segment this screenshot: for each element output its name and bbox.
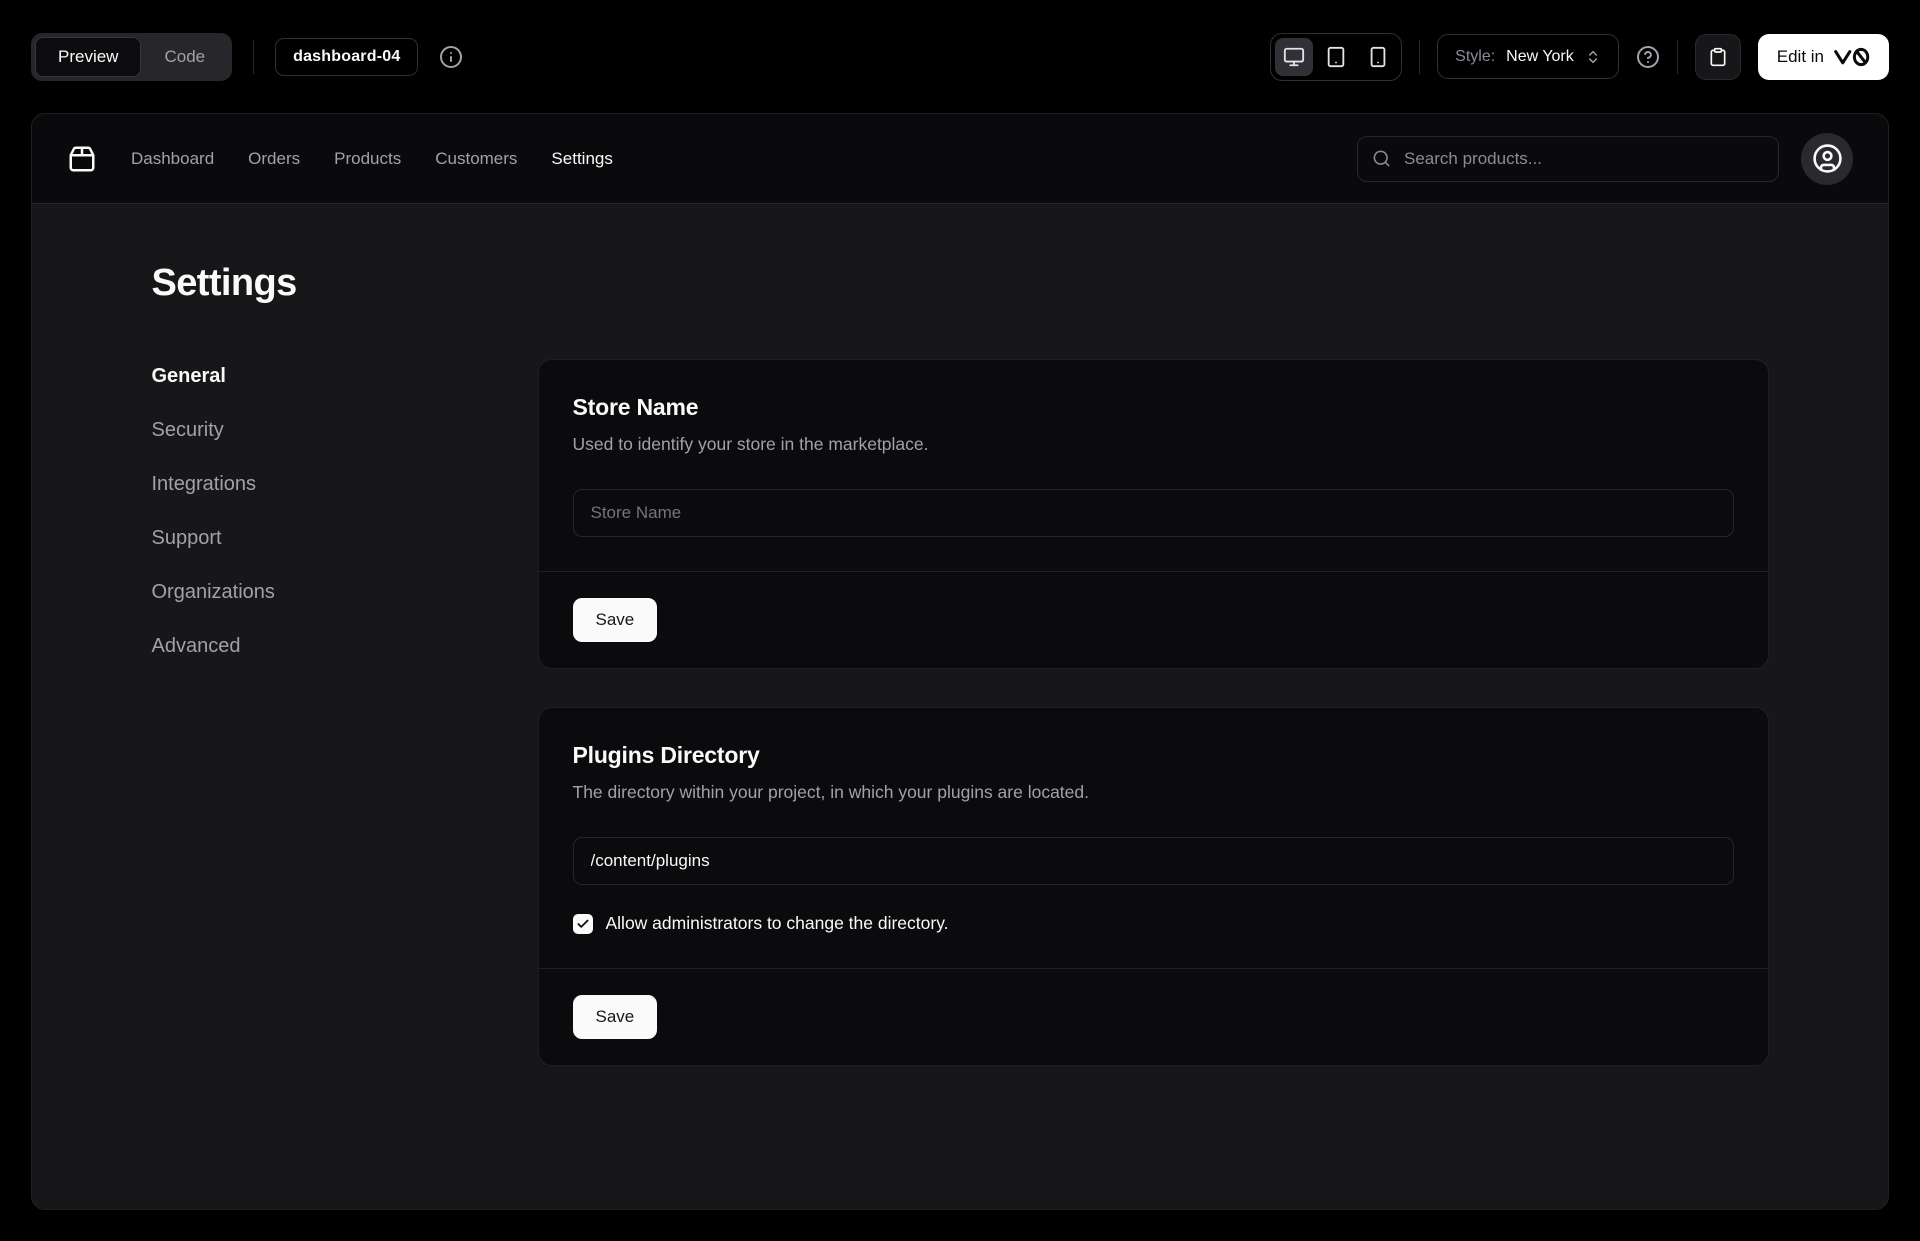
- sidebar-item-security[interactable]: Security: [152, 419, 538, 442]
- card-title: Store Name: [573, 394, 1734, 421]
- preview-frame: Dashboard Orders Products Customers Sett…: [31, 113, 1889, 1210]
- nav-link-customers[interactable]: Customers: [435, 149, 517, 169]
- device-size-toggle: [1270, 33, 1402, 81]
- save-button[interactable]: Save: [573, 598, 658, 642]
- v0-logo-icon: [1833, 47, 1870, 67]
- app-top-nav: Dashboard Orders Products Customers Sett…: [32, 114, 1888, 204]
- sidebar-item-integrations[interactable]: Integrations: [152, 473, 538, 496]
- style-select-value: New York: [1506, 48, 1574, 66]
- divider: [1677, 40, 1678, 74]
- desktop-toggle-button[interactable]: [1275, 38, 1313, 76]
- checkbox-label[interactable]: Allow administrators to change the direc…: [606, 913, 949, 934]
- sidebar-item-general[interactable]: General: [152, 365, 538, 388]
- store-name-card: Store Name Used to identify your store i…: [538, 359, 1769, 669]
- package-icon: [67, 144, 97, 174]
- settings-sidebar: General Security Integrations Support Or…: [152, 359, 538, 658]
- user-menu-button[interactable]: [1801, 133, 1853, 185]
- style-select-label: Style:: [1455, 48, 1495, 66]
- plugins-directory-input[interactable]: [573, 837, 1734, 885]
- checkmark-icon: [576, 917, 590, 931]
- viewer-toolbar: Preview Code dashboard-04 Style: New Yor…: [0, 0, 1920, 113]
- tablet-icon: [1325, 46, 1347, 68]
- info-icon[interactable]: [439, 45, 463, 69]
- save-button[interactable]: Save: [573, 995, 658, 1039]
- sidebar-item-organizations[interactable]: Organizations: [152, 581, 538, 604]
- nav-link-dashboard[interactable]: Dashboard: [131, 149, 214, 169]
- code-tab[interactable]: Code: [141, 37, 228, 77]
- divider: [1419, 40, 1420, 74]
- clipboard-icon: [1708, 47, 1728, 67]
- page-title: Settings: [152, 262, 1769, 305]
- settings-page: Settings General Security Integrations S…: [32, 204, 1888, 1210]
- sidebar-item-support[interactable]: Support: [152, 527, 538, 550]
- help-icon[interactable]: [1636, 45, 1660, 69]
- store-logo-button[interactable]: [67, 144, 97, 174]
- view-mode-toggle: Preview Code: [31, 33, 232, 81]
- allow-admins-checkbox-row: Allow administrators to change the direc…: [573, 913, 1734, 934]
- store-name-input[interactable]: [573, 489, 1734, 537]
- smartphone-icon: [1367, 46, 1389, 68]
- plugins-directory-card: Plugins Directory The directory within y…: [538, 707, 1769, 1066]
- circle-user-icon: [1812, 143, 1843, 174]
- nav-link-settings[interactable]: Settings: [551, 149, 612, 169]
- product-search: [1357, 136, 1779, 182]
- tablet-toggle-button[interactable]: [1317, 38, 1355, 76]
- search-input[interactable]: [1402, 148, 1764, 170]
- allow-admins-checkbox[interactable]: [573, 914, 593, 934]
- style-select[interactable]: Style: New York: [1437, 34, 1619, 79]
- divider: [253, 40, 254, 74]
- card-description: Used to identify your store in the marke…: [573, 434, 1734, 455]
- nav-link-products[interactable]: Products: [334, 149, 401, 169]
- mobile-toggle-button[interactable]: [1359, 38, 1397, 76]
- block-name-badge: dashboard-04: [275, 38, 418, 76]
- sidebar-item-advanced[interactable]: Advanced: [152, 635, 538, 658]
- monitor-icon: [1283, 46, 1305, 68]
- search-icon: [1372, 149, 1391, 168]
- chevrons-up-down-icon: [1585, 49, 1601, 65]
- preview-tab[interactable]: Preview: [35, 37, 141, 77]
- card-title: Plugins Directory: [573, 742, 1734, 769]
- card-description: The directory within your project, in wh…: [573, 782, 1734, 803]
- edit-in-v0-button[interactable]: Edit in: [1758, 34, 1889, 80]
- edit-in-label: Edit in: [1777, 47, 1824, 67]
- copy-code-button[interactable]: [1695, 34, 1741, 80]
- nav-link-orders[interactable]: Orders: [248, 149, 300, 169]
